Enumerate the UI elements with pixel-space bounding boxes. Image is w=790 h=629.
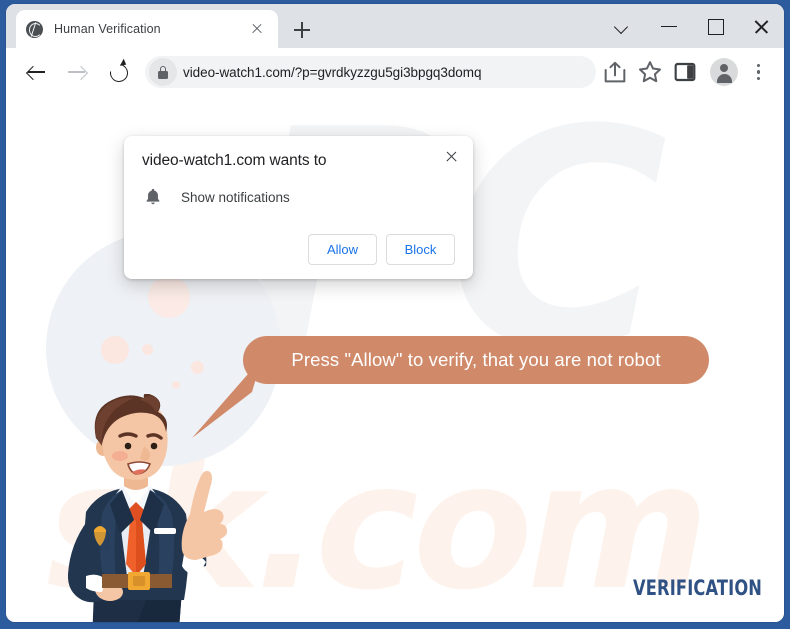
window-controls xyxy=(600,4,784,48)
background-dot xyxy=(142,344,153,355)
speech-bubble-text: Press "Allow" to verify, that you are no… xyxy=(291,349,661,370)
speech-bubble: Press "Allow" to verify, that you are no… xyxy=(243,336,709,384)
maximize-icon[interactable] xyxy=(692,4,738,48)
close-icon[interactable] xyxy=(738,4,784,48)
profile-avatar-icon[interactable] xyxy=(708,56,740,88)
background-dot xyxy=(172,381,180,389)
tab-strip: Human Verification xyxy=(6,4,784,48)
url-text: video-watch1.com/?p=gvrdkyzzgu5gi3bpgq3d… xyxy=(183,64,482,80)
permission-row: Show notifications xyxy=(142,186,455,208)
background-dot xyxy=(101,336,129,364)
close-icon[interactable] xyxy=(246,18,268,40)
notification-permission-dialog: video-watch1.com wants to Show notificat… xyxy=(124,136,473,279)
new-tab-button[interactable] xyxy=(288,16,316,44)
page-viewport: PC sk.com xyxy=(6,96,784,622)
background-dot xyxy=(148,276,190,318)
share-icon[interactable] xyxy=(599,56,631,88)
globe-icon xyxy=(26,20,43,38)
bookmark-star-icon[interactable] xyxy=(634,56,666,88)
close-icon[interactable] xyxy=(438,144,464,170)
minimize-icon[interactable] xyxy=(646,4,692,48)
side-panel-icon[interactable] xyxy=(669,56,701,88)
address-bar[interactable]: video-watch1.com/?p=gvrdkyzzgu5gi3bpgq3d… xyxy=(145,56,596,88)
three-dot-menu-icon[interactable] xyxy=(742,56,774,88)
verification-label: VERIFICATION xyxy=(632,576,762,600)
forward-arrow-icon xyxy=(61,56,93,88)
back-arrow-icon[interactable] xyxy=(20,56,52,88)
chevron-down-icon[interactable] xyxy=(600,4,646,48)
tab-title: Human Verification xyxy=(54,22,161,36)
browser-window: Human Verification video-watch1.com/?p=g… xyxy=(6,4,784,622)
browser-tab[interactable]: Human Verification xyxy=(16,10,278,48)
reload-icon[interactable] xyxy=(102,56,134,88)
browser-toolbar: video-watch1.com/?p=gvrdkyzzgu5gi3bpgq3d… xyxy=(6,48,784,96)
permission-actions: Allow Block xyxy=(142,234,455,265)
bell-icon xyxy=(142,186,164,208)
permission-label: Show notifications xyxy=(181,189,290,205)
permission-dialog-title: video-watch1.com wants to xyxy=(142,152,327,169)
allow-button[interactable]: Allow xyxy=(308,234,377,265)
block-button[interactable]: Block xyxy=(386,234,455,265)
padlock-icon[interactable] xyxy=(149,58,177,86)
